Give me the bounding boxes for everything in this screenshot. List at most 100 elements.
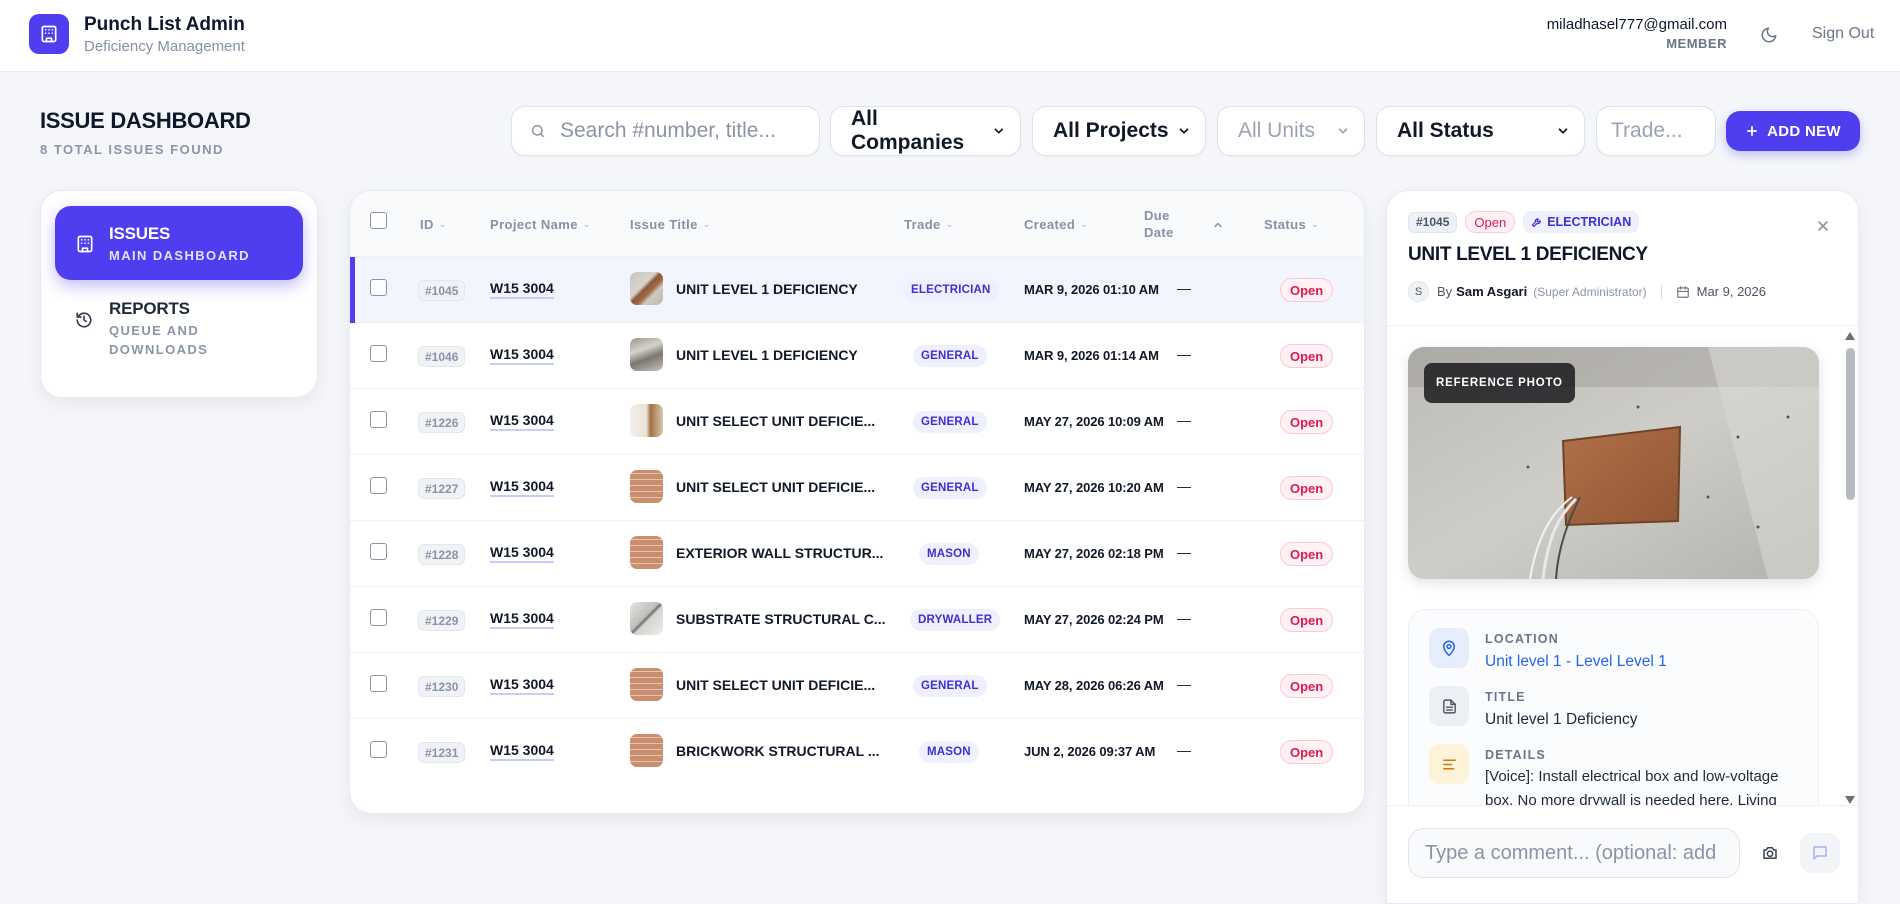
nav-item-issues-title: ISSUES — [109, 224, 171, 243]
chevron-down-icon — [1338, 128, 1348, 134]
nav-item-reports[interactable]: REPORTS QUEUE AND DOWNLOADS — [55, 293, 303, 379]
column-header-project[interactable]: Project Name ⌄ — [490, 217, 591, 232]
wrench-icon — [1532, 218, 1541, 228]
issue-thumbnail — [630, 734, 663, 767]
due-date: — — [1177, 544, 1191, 560]
row-checkbox[interactable] — [370, 543, 387, 560]
row-checkbox[interactable] — [370, 411, 387, 428]
issue-thumbnail — [630, 272, 663, 305]
app-subtitle: Deficiency Management — [84, 38, 245, 55]
scroll-thumb[interactable] — [1846, 348, 1855, 500]
row-checkbox[interactable] — [370, 609, 387, 626]
issue-id: #1228 — [418, 544, 466, 565]
scroll-down-icon[interactable] — [1845, 796, 1855, 804]
search-input[interactable]: Search #number, title... — [511, 106, 820, 156]
due-date: — — [1177, 610, 1191, 626]
sort-ascending-icon[interactable] — [1212, 219, 1224, 231]
row-checkbox[interactable] — [370, 741, 387, 758]
nav-item-reports-subtitle: QUEUE AND DOWNLOADS — [109, 323, 209, 357]
search-icon — [531, 124, 545, 138]
add-new-button[interactable]: ADD NEW — [1726, 111, 1860, 151]
table-header: ID ⌄ Project Name ⌄ Issue Title ⌄ Trade ⌄ Cr… — [350, 191, 1364, 257]
column-header-trade-label: Trade — [904, 217, 941, 232]
due-date: — — [1177, 478, 1191, 494]
table-row[interactable]: #1229 W15 3004 SUBSTRATE STRUCTURAL C...… — [350, 587, 1364, 653]
row-checkbox[interactable] — [370, 345, 387, 362]
row-checkbox[interactable] — [370, 279, 387, 296]
column-header-title[interactable]: Issue Title ⌄ — [630, 217, 711, 232]
table-row[interactable]: #1226 W15 3004 UNIT SELECT UNIT DEFICIE.… — [350, 389, 1364, 455]
camera-icon — [1763, 847, 1777, 859]
issue-id: #1046 — [418, 346, 466, 367]
close-icon[interactable] — [1815, 218, 1831, 234]
trade-filter-input[interactable]: Trade... — [1596, 106, 1716, 156]
location-link[interactable]: Unit level 1 - Level Level 1 — [1485, 650, 1805, 674]
due-date: — — [1177, 346, 1191, 362]
column-header-status[interactable]: Status ⌄ — [1264, 217, 1319, 232]
select-all-checkbox[interactable] — [370, 212, 387, 229]
status-select[interactable]: All Status — [1376, 106, 1585, 156]
project-link[interactable]: W15 3004 — [490, 742, 554, 761]
table-row[interactable]: #1046 W15 3004 UNIT LEVEL 1 DEFICIENCY G… — [350, 323, 1364, 389]
details-label: DETAILS — [1485, 748, 1546, 762]
row-checkbox[interactable] — [370, 675, 387, 692]
issue-title: UNIT SELECT UNIT DEFICIE... — [676, 413, 876, 429]
location-label: LOCATION — [1485, 632, 1559, 646]
status-badge: Open — [1280, 608, 1334, 632]
table-row[interactable]: #1230 W15 3004 UNIT SELECT UNIT DEFICIE.… — [350, 653, 1364, 719]
comment-input[interactable]: Type a comment... (optional: add — [1408, 828, 1740, 878]
author-name: Sam Asgari — [1456, 284, 1528, 299]
project-link[interactable]: W15 3004 — [490, 544, 554, 563]
photo-label: REFERENCE PHOTO — [1424, 363, 1575, 403]
units-select[interactable]: All Units — [1217, 106, 1365, 156]
calendar-icon — [1676, 285, 1689, 298]
created-date: MAR 9, 2026 01:14 AM — [1024, 348, 1159, 363]
issue-thumbnail — [630, 668, 663, 701]
table-row[interactable]: #1228 W15 3004 EXTERIOR WALL STRUCTUR...… — [350, 521, 1364, 587]
table-row[interactable]: #1045 W15 3004 UNIT LEVEL 1 DEFICIENCY E… — [350, 257, 1364, 323]
column-header-created[interactable]: Created ⌄ — [1024, 217, 1088, 232]
theme-toggle-button[interactable] — [1756, 22, 1782, 48]
status-badge: Open — [1280, 278, 1334, 302]
companies-select[interactable]: All Companies — [830, 106, 1021, 156]
send-comment-button[interactable] — [1800, 833, 1840, 873]
column-header-due[interactable]: Due Date — [1144, 207, 1194, 241]
column-header-due-label: Due Date — [1144, 208, 1174, 240]
row-checkbox[interactable] — [370, 477, 387, 494]
sort-icon: ⌄ — [702, 219, 711, 229]
trade-badge: MASON — [919, 543, 979, 565]
due-date: — — [1177, 742, 1191, 758]
project-link[interactable]: W15 3004 — [490, 280, 554, 299]
sort-icon: ⌄ — [945, 219, 954, 229]
issues-table: ID ⌄ Project Name ⌄ Issue Title ⌄ Trade ⌄ Cr… — [349, 190, 1365, 814]
nav-item-issues[interactable]: ISSUES MAIN DASHBOARD — [55, 206, 303, 280]
attach-photo-button[interactable] — [1750, 833, 1790, 873]
project-link[interactable]: W15 3004 — [490, 676, 554, 695]
status-badge: Open — [1280, 476, 1334, 500]
created-date: MAY 27, 2026 02:24 PM — [1024, 612, 1164, 627]
reference-photo[interactable]: REFERENCE PHOTO — [1408, 347, 1819, 579]
table-row[interactable]: #1227 W15 3004 UNIT SELECT UNIT DEFICIE.… — [350, 455, 1364, 521]
title-label: TITLE — [1485, 690, 1526, 704]
status-badge: Open — [1280, 344, 1334, 368]
detail-trade-badge: ELECTRICIAN — [1523, 211, 1640, 233]
project-link[interactable]: W15 3004 — [490, 346, 554, 365]
projects-select[interactable]: All Projects — [1032, 106, 1206, 156]
issue-title: UNIT LEVEL 1 DEFICIENCY — [676, 281, 858, 297]
project-link[interactable]: W15 3004 — [490, 412, 554, 431]
history-icon — [76, 312, 92, 328]
nav-item-reports-title: REPORTS — [109, 299, 190, 318]
app-logo[interactable] — [29, 14, 69, 54]
project-link[interactable]: W15 3004 — [490, 478, 554, 497]
search-placeholder: Search #number, title... — [560, 119, 776, 142]
scroll-up-icon[interactable] — [1845, 332, 1855, 340]
trade-badge: GENERAL — [913, 411, 987, 433]
avatar: S — [1408, 281, 1429, 302]
project-link[interactable]: W15 3004 — [490, 610, 554, 629]
issue-id: #1231 — [418, 742, 466, 763]
sign-out-button[interactable]: Sign Out — [1812, 25, 1874, 43]
column-header-id[interactable]: ID ⌄ — [420, 217, 447, 232]
table-row[interactable]: #1231 W15 3004 BRICKWORK STRUCTURAL ... … — [350, 719, 1364, 785]
column-header-trade[interactable]: Trade ⌄ — [904, 217, 954, 232]
trade-badge: MASON — [919, 741, 979, 763]
